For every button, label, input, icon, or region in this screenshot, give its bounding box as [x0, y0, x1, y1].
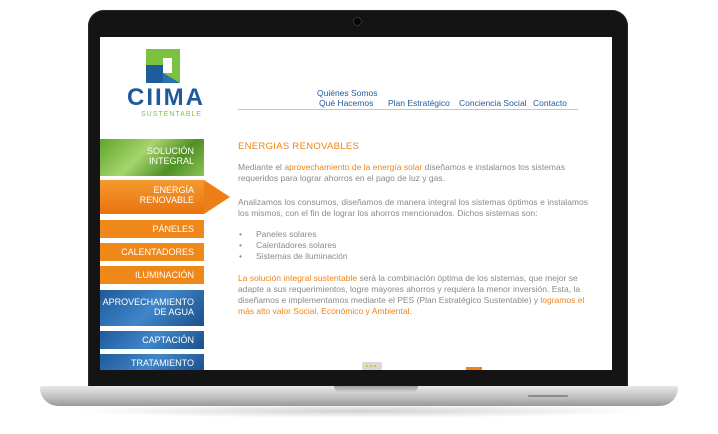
laptop-notch [334, 386, 418, 392]
sidebar-label: SOLUCIÓN [146, 146, 194, 156]
laptop-slot [528, 395, 568, 397]
sidebar-item-paneles[interactable]: PÁNELES [100, 220, 204, 238]
laptop-base [40, 386, 678, 406]
scroll-indicator[interactable] [362, 362, 382, 370]
text: . [409, 306, 412, 316]
highlight-text: La solución integral sustentable [238, 273, 358, 283]
laptop-shadow [70, 404, 650, 418]
sidebar-label: ENERGÍA [153, 185, 194, 195]
sidebar-label: INTEGRAL [148, 156, 194, 166]
list-item: Sistemas de iluminación [239, 251, 588, 262]
paragraph-1: Mediante el aprovechamiento de la energí… [238, 162, 588, 184]
ciima-logo-icon[interactable] [146, 49, 180, 83]
sidebar-item-iluminacion[interactable]: ILUMINACIÓN [100, 266, 204, 284]
nav-conciencia-social[interactable]: Conciencia Social [459, 98, 527, 108]
sidebar-item-energia-renovable[interactable]: ENERGÍA RENOVABLE [100, 180, 204, 214]
nav-divider [238, 109, 578, 110]
website-screen: CIIMA SUSTENTABLE Quiénes Somos Qué Hace… [100, 37, 612, 370]
active-arrow [204, 180, 230, 214]
list-item: Paneles solares [239, 229, 588, 240]
systems-list: Paneles solares Calentadores solares Sis… [238, 229, 588, 262]
logo-text[interactable]: CIIMA [127, 84, 205, 112]
nav-que-hacemos[interactable]: Qué Hacemos [319, 98, 373, 108]
sidebar-item-tratamiento[interactable]: TRATAMIENTO [100, 354, 204, 370]
orange-marker [466, 367, 482, 370]
sidebar-label: RENOVABLE [139, 195, 194, 205]
sidebar-item-solucion-integral[interactable]: SOLUCIÓN INTEGRAL [100, 139, 204, 176]
nav-plan-estrategico[interactable]: Plan Estratégico [388, 98, 450, 108]
highlight-text: aprovechamiento de la energía solar [284, 162, 423, 172]
sidebar-item-calentadores[interactable]: CALENTADORES [100, 243, 204, 261]
nav-contacto[interactable]: Contacto [533, 98, 567, 108]
page-title: ENERGIAS RENOVABLES [238, 141, 360, 152]
logo-tagline: SUSTENTABLE [141, 111, 203, 118]
list-item: Calentadores solares [239, 240, 588, 251]
nav-quienes-somos[interactable]: Quiénes Somos [317, 88, 377, 98]
sidebar-item-captacion[interactable]: CAPTACIÓN [100, 331, 204, 349]
paragraph-2: Analizamos los consumos, diseñamos de ma… [238, 197, 588, 218]
sidebar-label: APROVECHAMIENTO [102, 297, 194, 307]
text: Mediante el [238, 162, 285, 172]
sidebar-label: DE AGUA [153, 307, 194, 317]
paragraph-3: La solución integral sustentable será la… [238, 273, 588, 317]
camera-icon [354, 18, 361, 25]
sidebar-item-aprovechamiento-agua[interactable]: APROVECHAMIENTO DE AGUA [100, 290, 204, 326]
